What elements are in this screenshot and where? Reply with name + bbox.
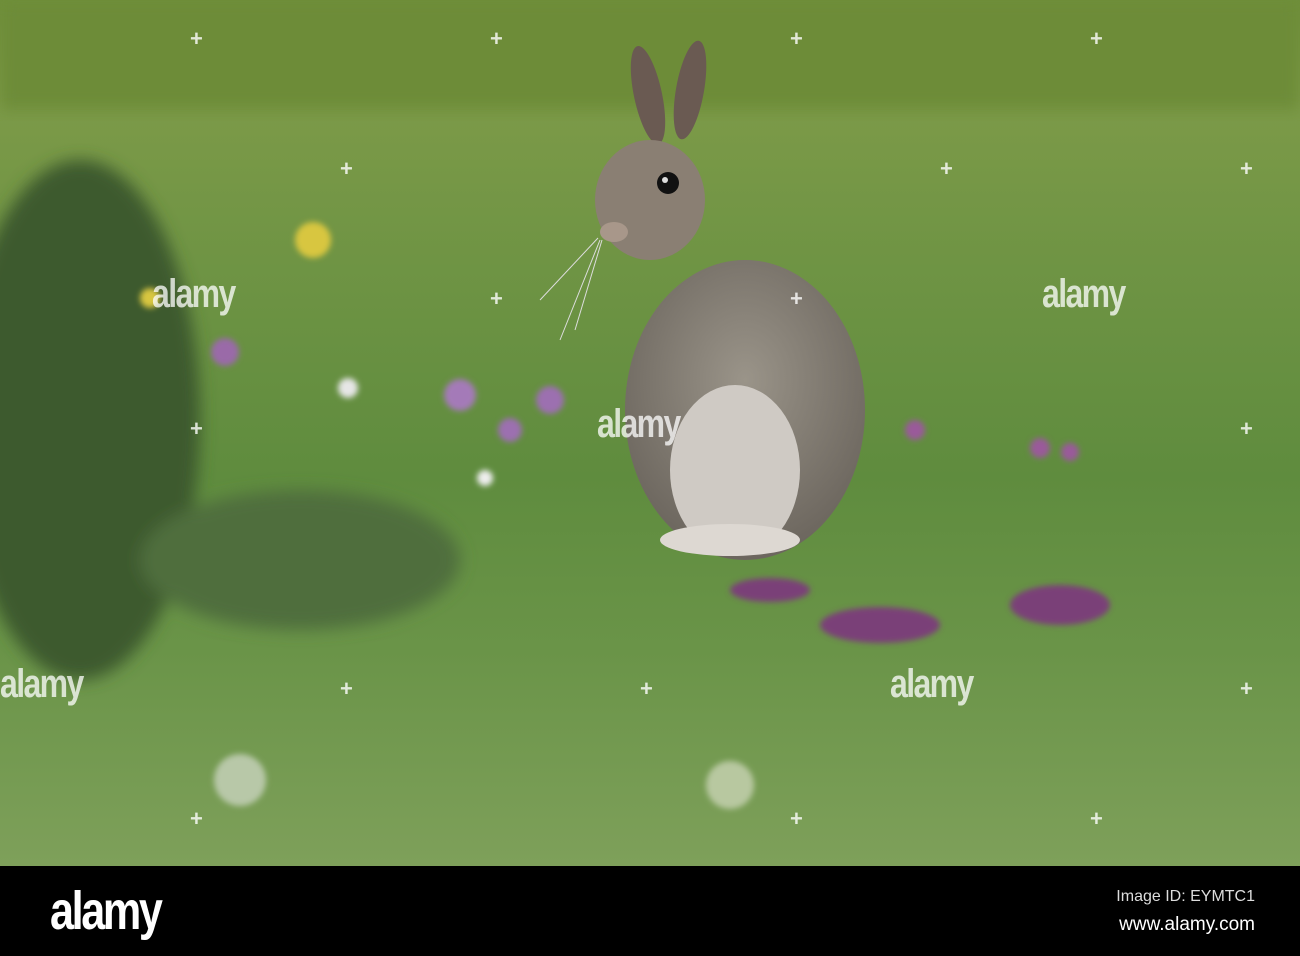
watermark-plus: + — [1090, 26, 1103, 51]
thistle-plant — [0, 160, 460, 680]
watermark-plus: + — [1090, 806, 1103, 831]
alamy-logo[interactable]: alamy — [50, 880, 163, 942]
watermark-plus: + — [790, 806, 803, 831]
watermark-plus: + — [640, 676, 653, 701]
site-url[interactable]: www.alamy.com — [1119, 914, 1255, 936]
watermark-plus: + — [490, 286, 503, 311]
watermark-plus: + — [190, 806, 203, 831]
watermark-text: alamy — [597, 402, 681, 446]
rabbit — [539, 40, 865, 560]
watermark-text: alamy — [0, 662, 84, 706]
watermark-plus: + — [790, 26, 803, 51]
watermark-plus: + — [1240, 416, 1253, 441]
footer-bar: alamy Image ID: EYMTC1 www.alamy.com — [0, 866, 1300, 956]
photo: + + + + + + + + + + + + + + + + + alamy … — [0, 0, 1300, 866]
watermark-plus: + — [190, 26, 203, 51]
watermark-text: alamy — [152, 272, 236, 316]
watermark-text: alamy — [1042, 272, 1126, 316]
watermark-text: alamy — [890, 662, 974, 706]
watermark-plus: + — [1240, 156, 1253, 181]
image-id: Image ID: EYMTC1 — [1116, 888, 1255, 905]
watermark-plus: + — [340, 676, 353, 701]
watermark-plus: + — [790, 286, 803, 311]
watermark-plus: + — [190, 416, 203, 441]
watermark-plus: + — [340, 156, 353, 181]
watermark-plus: + — [490, 26, 503, 51]
watermark-plus: + — [1240, 676, 1253, 701]
watermark-plus: + — [940, 156, 953, 181]
